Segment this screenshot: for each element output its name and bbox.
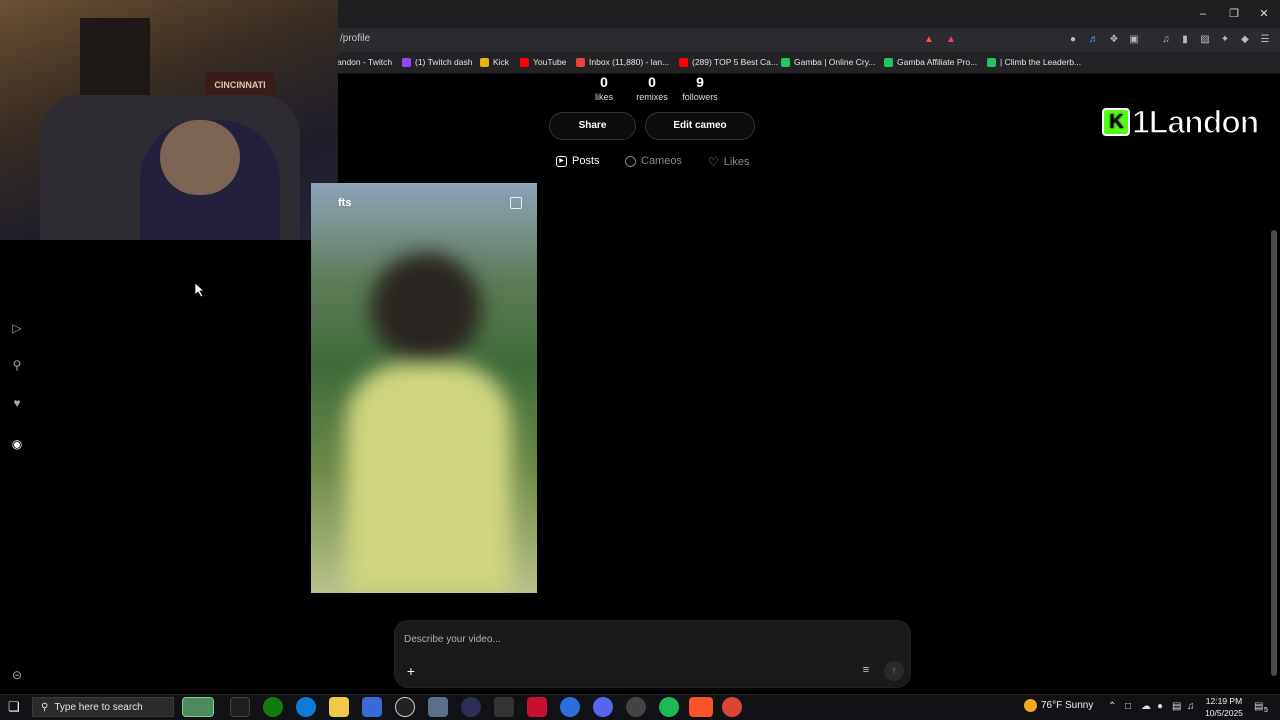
fullscreen-icon[interactable] [510,197,522,209]
cloud-icon[interactable]: ☁ [1141,701,1151,712]
prompt-composer[interactable] [394,620,911,688]
calculator-icon[interactable] [428,697,448,717]
bookmark-item[interactable]: andon - Twitch [337,57,392,67]
volume-icon[interactable]: ♫ [1187,701,1195,712]
settings-gear-icon[interactable] [494,697,514,717]
watermark-text: 1Landon [1131,103,1260,141]
discord-icon[interactable] [593,697,613,717]
bell-icon[interactable]: ♥ [9,395,25,411]
settings-sliders-icon[interactable]: ≡ [858,662,874,678]
windows-start-icon[interactable]: ❏ [8,700,22,714]
bookmark-item[interactable]: Inbox (11,880) - lan... [576,57,669,67]
media-icon[interactable]: ♫ [1159,33,1173,47]
search-icon[interactable]: ⚲ [9,357,25,373]
app-highlight-icon[interactable] [182,697,214,717]
bookmark-item[interactable]: Kick [480,57,509,67]
video-card[interactable] [311,183,537,593]
person-circle-icon [625,155,636,167]
brave-browser-icon[interactable] [689,697,713,717]
audio-icon[interactable]: ♬ [1087,33,1101,47]
mouse-cursor-icon [195,283,205,297]
store-icon[interactable] [362,697,382,717]
taskbar-search-box[interactable]: ⚲ Type here to search [32,697,174,717]
bookmark-item[interactable]: (1) Twitch dash [402,57,472,67]
play-square-icon: ▶ [556,155,567,167]
prompt-input[interactable]: Describe your video... [404,634,501,645]
streamer-head [160,120,240,195]
obs-icon[interactable] [395,697,415,717]
bookmark-item[interactable]: YouTube [520,57,566,67]
chevron-up-icon[interactable]: ⌃ [1108,701,1116,712]
blurred-head [371,253,481,363]
gamba-icon [781,57,790,67]
video-card-title: fts [338,197,352,209]
menu-icon[interactable]: ☰ [1258,33,1272,47]
restore-icon[interactable]: ❐ [1226,6,1242,22]
brave-shield-icon[interactable]: ▲ [922,33,936,47]
close-icon[interactable]: ✕ [1256,6,1272,22]
game-launcher-icon[interactable] [527,697,547,717]
share-button[interactable]: Share [549,112,636,140]
webcam-overlay: CINCINNATI [0,0,338,240]
xbox-icon[interactable] [263,697,283,717]
bookmark-item[interactable]: Gamba | Online Cry... [781,57,875,67]
folder-icon [480,57,489,67]
tab-cameos[interactable]: Cameos [625,155,682,167]
youtube-icon [520,57,529,67]
tray-app-icon[interactable]: □ [1125,701,1131,712]
feed-play-icon[interactable]: ▷ [9,320,25,336]
leo-ai-icon[interactable]: ✦ [1218,33,1232,47]
bookmark-item[interactable]: | Climb the Leaderb... [987,57,1081,67]
chrome-icon[interactable] [722,697,742,717]
task-view-icon[interactable] [230,697,250,717]
gamba-icon [987,57,996,67]
send-arrow-button[interactable]: ↑ [884,661,904,681]
edge-icon[interactable] [296,697,316,717]
sidebar-icon[interactable]: ▮ [1178,33,1192,47]
speedometer-icon[interactable] [626,697,646,717]
app-icon[interactable] [560,697,580,717]
bookmark-item[interactable]: Gamba Affiliate Pro... [884,57,977,67]
notification-count: 5 [1264,707,1268,714]
kick-logo-icon: K [1102,108,1130,136]
edit-cameo-button[interactable]: Edit cameo [645,112,755,140]
weather-widget[interactable]: 76°F Sunny [1024,699,1093,712]
wallet-icon[interactable]: ▨ [1198,33,1212,47]
file-explorer-icon[interactable] [329,697,349,717]
brave-rewards-icon[interactable]: ▲ [944,33,958,47]
screenshot-icon[interactable]: ▣ [1127,33,1141,47]
tab-posts[interactable]: ▶ Posts [556,155,600,167]
search-icon: ⚲ [41,701,49,713]
extension-icon[interactable]: ● [1066,33,1080,47]
system-clock[interactable]: 12:19 PM 10/5/2025 [1196,695,1252,719]
twitch-icon [402,57,411,67]
gmail-icon [576,57,585,67]
microphone-icon[interactable]: ● [1157,701,1163,712]
sun-icon [1024,699,1037,712]
profile-icon[interactable]: ◉ [9,436,25,452]
bookmark-item[interactable]: (289) TOP 5 Best Ca... [679,57,778,67]
gamba-icon [884,57,893,67]
spotify-icon[interactable] [659,697,679,717]
blurred-body [346,363,511,593]
minimize-icon[interactable]: – [1195,6,1211,22]
settings-circle-icon[interactable]: ⊝ [9,667,25,683]
stream-watermark: K 1Landon [1102,103,1260,141]
youtube-icon [679,57,688,67]
stat-followers[interactable]: 9 followers [670,74,730,102]
url-text[interactable]: /profile [340,33,370,44]
heart-icon: ♡ [708,155,719,169]
tab-likes[interactable]: ♡ Likes [708,155,749,169]
add-attachment-button[interactable]: + [402,662,420,680]
vpn-shield-icon[interactable]: ◆ [1238,33,1252,47]
network-icon[interactable]: ▤ [1172,701,1181,712]
media-player-icon[interactable] [461,697,481,717]
page-scrollbar[interactable] [1271,230,1277,676]
puzzle-icon[interactable]: ❖ [1107,33,1121,47]
